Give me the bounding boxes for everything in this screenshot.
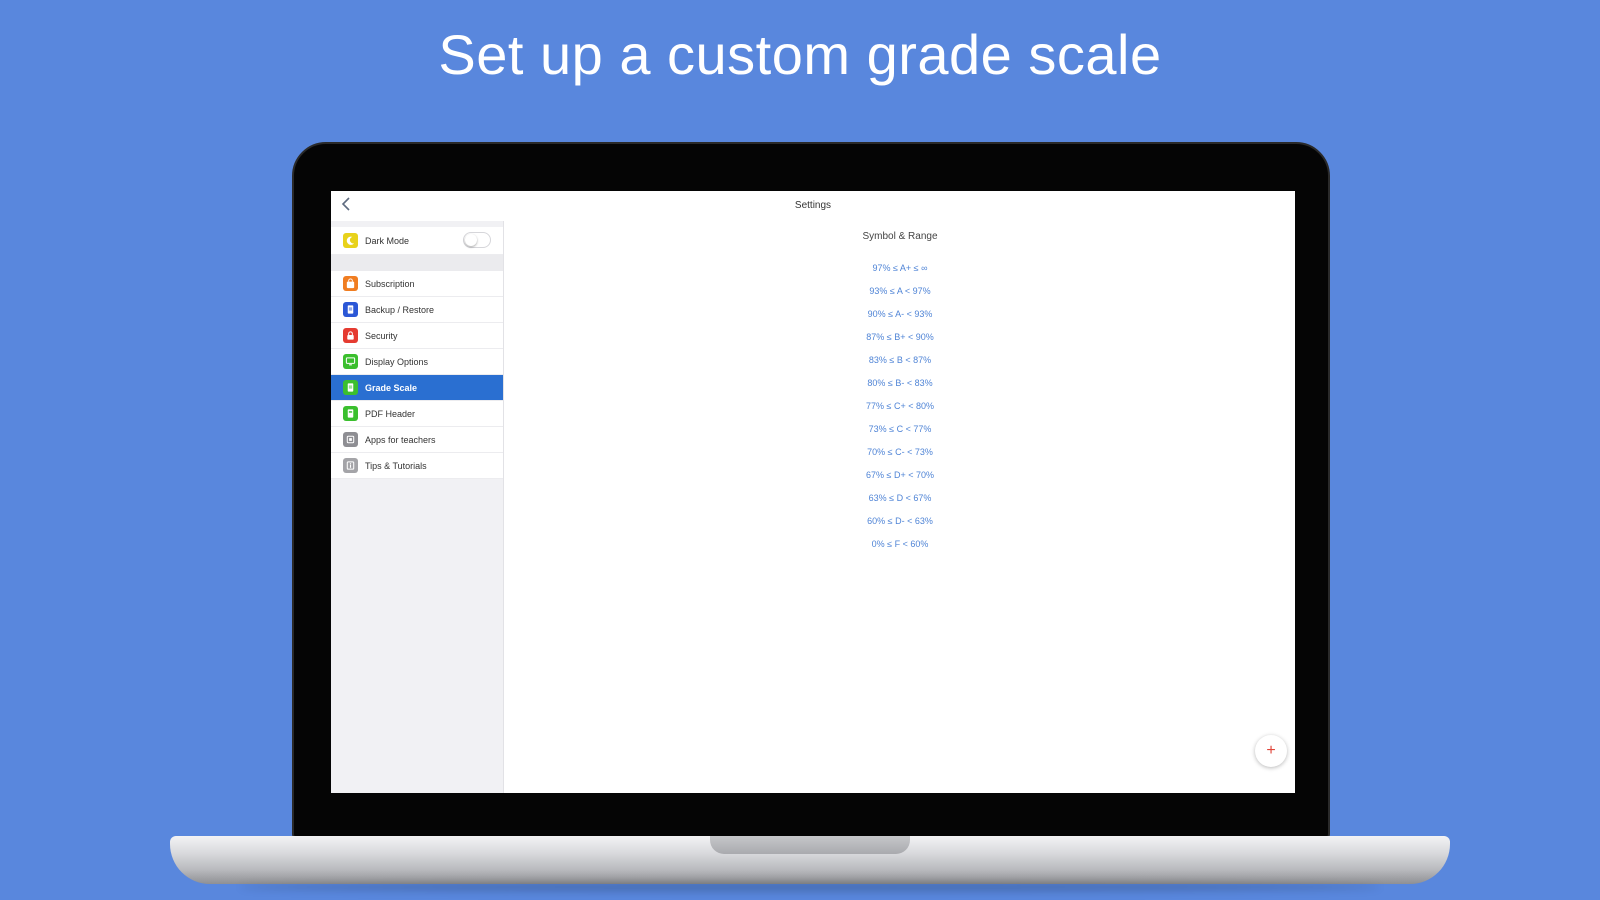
grade-range-row[interactable]: 67% ≤ D+ < 70% xyxy=(505,464,1295,487)
sidebar-item-pdf-header[interactable]: PDF Header xyxy=(331,401,503,427)
sidebar-item-tips-tutorials[interactable]: Tips & Tutorials xyxy=(331,453,503,479)
pdf-icon xyxy=(343,406,358,421)
sidebar-item-label: Dark Mode xyxy=(365,235,410,246)
settings-menu: Subscription Backup / Restore Security D… xyxy=(331,271,503,479)
add-grade-button[interactable]: + xyxy=(1255,735,1287,767)
sidebar-item-apps-for-teachers[interactable]: Apps for teachers xyxy=(331,427,503,453)
lock-icon xyxy=(343,328,358,343)
grade-range-row[interactable]: 73% ≤ C < 77% xyxy=(505,418,1295,441)
grade-range-row[interactable]: 83% ≤ B < 87% xyxy=(505,349,1295,372)
bag-icon xyxy=(343,276,358,291)
document-icon xyxy=(343,302,358,317)
grade-scale-panel: Symbol & Range 97% ≤ A+ ≤ ∞ 93% ≤ A < 97… xyxy=(505,221,1295,793)
grade-scale-list: 97% ≤ A+ ≤ ∞ 93% ≤ A < 97% 90% ≤ A- < 93… xyxy=(505,257,1295,556)
navigation-bar: Settings xyxy=(331,191,1295,221)
grade-range-row[interactable]: 70% ≤ C- < 73% xyxy=(505,441,1295,464)
grade-range-row[interactable]: 0% ≤ F < 60% xyxy=(505,533,1295,556)
sidebar-item-label: Display Options xyxy=(365,356,429,367)
app-screen: Settings Dark Mode Subscription Backup /… xyxy=(331,191,1295,793)
sidebar-item-label: Subscription xyxy=(365,278,415,289)
sidebar-item-security[interactable]: Security xyxy=(331,323,503,349)
sidebar-item-label: PDF Header xyxy=(365,408,416,419)
grade-range-row[interactable]: 60% ≤ D- < 63% xyxy=(505,510,1295,533)
sidebar-item-dark-mode: Dark Mode xyxy=(331,227,503,255)
grade-sheet-icon xyxy=(343,380,358,395)
sidebar-item-label: Grade Scale xyxy=(365,382,418,393)
sidebar-item-grade-scale[interactable]: Grade Scale xyxy=(331,375,503,401)
sidebar-item-subscription[interactable]: Subscription xyxy=(331,271,503,297)
page-title: Settings xyxy=(794,200,832,211)
monitor-icon xyxy=(343,354,358,369)
laptop-shadow xyxy=(240,882,1380,892)
sidebar-item-backup-restore[interactable]: Backup / Restore xyxy=(331,297,503,323)
plus-icon: + xyxy=(1266,742,1276,759)
dark-mode-toggle[interactable] xyxy=(463,232,491,248)
sidebar-item-label: Security xyxy=(365,330,398,341)
grade-range-row[interactable]: 90% ≤ A- < 93% xyxy=(505,303,1295,326)
moon-icon xyxy=(343,233,358,248)
headline: Set up a custom grade scale xyxy=(438,23,1162,86)
grade-range-row[interactable]: 93% ≤ A < 97% xyxy=(505,280,1295,303)
info-icon xyxy=(343,458,358,473)
section-title: Symbol & Range xyxy=(862,231,938,242)
grade-range-row[interactable]: 77% ≤ C+ < 80% xyxy=(505,395,1295,418)
dark-mode-group: Dark Mode xyxy=(331,227,503,255)
apps-icon xyxy=(343,432,358,447)
settings-sidebar: Dark Mode Subscription Backup / Restore xyxy=(331,221,504,793)
sidebar-item-label: Backup / Restore xyxy=(365,304,435,315)
sidebar-divider xyxy=(331,255,503,271)
sidebar-item-display-options[interactable]: Display Options xyxy=(331,349,503,375)
sidebar-item-label: Apps for teachers xyxy=(365,434,436,445)
grade-range-row[interactable]: 87% ≤ B+ < 90% xyxy=(505,326,1295,349)
laptop-notch xyxy=(710,836,910,854)
sidebar-item-label: Tips & Tutorials xyxy=(365,460,427,471)
grade-range-row[interactable]: 63% ≤ D < 67% xyxy=(505,487,1295,510)
grade-range-row[interactable]: 97% ≤ A+ ≤ ∞ xyxy=(505,257,1295,280)
grade-range-row[interactable]: 80% ≤ B- < 83% xyxy=(505,372,1295,395)
